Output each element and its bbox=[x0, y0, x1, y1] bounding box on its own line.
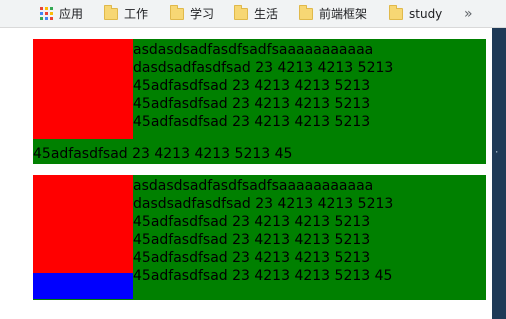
bookmark-folder-frontend-frameworks[interactable]: 前端框架 bbox=[299, 0, 367, 27]
bookmark-folder-work[interactable]: 工作 bbox=[104, 0, 148, 27]
demo-text-line: 45adfasdfsad 23 4213 4213 5213 bbox=[133, 250, 371, 266]
folder-icon bbox=[234, 4, 248, 20]
folder-icon bbox=[170, 4, 184, 20]
float-demo-2: asdasdsadfasdfsadfsaaaaaaaaaaa dasdsadfa… bbox=[33, 175, 486, 300]
red-float-box bbox=[33, 175, 133, 273]
bookmark-folder-study[interactable]: study bbox=[389, 0, 442, 27]
bookmark-folder-label: 工作 bbox=[124, 7, 149, 21]
background-window-edge: · bbox=[492, 28, 506, 319]
folder-icon bbox=[389, 4, 403, 20]
demo-text-line: dasdsadfasdfsad 23 4213 4213 5213 bbox=[133, 196, 394, 212]
demo-text-line: 45adfasdfsad 23 4213 4213 5213 bbox=[133, 78, 371, 94]
bookmark-apps-label: 应用 bbox=[59, 7, 84, 21]
apps-grid-icon bbox=[40, 7, 53, 20]
demo-text-line: 45adfasdfsad 23 4213 4213 5213 bbox=[133, 214, 371, 230]
demo-text-line: asdasdsadfasdfsadfsaaaaaaaaaaa bbox=[133, 178, 374, 194]
folder-icon bbox=[104, 4, 118, 20]
demo-text-line: 45adfasdfsad 23 4213 4213 5213 45 bbox=[133, 268, 393, 284]
bookmark-folder-label: 前端框架 bbox=[319, 7, 368, 21]
demo-text-line: 45adfasdfsad 23 4213 4213 5213 bbox=[133, 114, 371, 130]
demo-text-line: dasdsadfasdfsad 23 4213 4213 5213 bbox=[133, 60, 394, 76]
blue-float-box bbox=[33, 273, 133, 299]
chevron-double-right-icon[interactable]: » bbox=[464, 0, 473, 27]
float-demo-1: asdasdsadfasdfsadfsaaaaaaaaaaa dasdsadfa… bbox=[33, 39, 486, 164]
bookmark-folder-label: 生活 bbox=[254, 7, 279, 21]
folder-icon bbox=[299, 4, 313, 20]
background-window-fragment: · bbox=[494, 148, 500, 158]
bookmark-folder-life[interactable]: 生活 bbox=[234, 0, 278, 27]
red-float-box bbox=[33, 39, 133, 139]
bookmark-apps[interactable]: 应用 bbox=[40, 0, 83, 27]
demo-text-line: 45adfasdfsad 23 4213 4213 5213 45 bbox=[33, 146, 293, 162]
bookmark-folder-label: study bbox=[409, 6, 443, 21]
demo-text-line: 45adfasdfsad 23 4213 4213 5213 bbox=[133, 232, 371, 248]
demo-text-line: 45adfasdfsad 23 4213 4213 5213 bbox=[133, 96, 371, 112]
bookmark-folder-label: 学习 bbox=[190, 7, 215, 21]
demo-text-line: asdasdsadfasdfsadfsaaaaaaaaaaa bbox=[133, 42, 374, 58]
bookmarks-bar: 应用 工作 学习 生活 前端框架 study » bbox=[0, 0, 506, 28]
bookmark-folder-study-cn[interactable]: 学习 bbox=[170, 0, 214, 27]
